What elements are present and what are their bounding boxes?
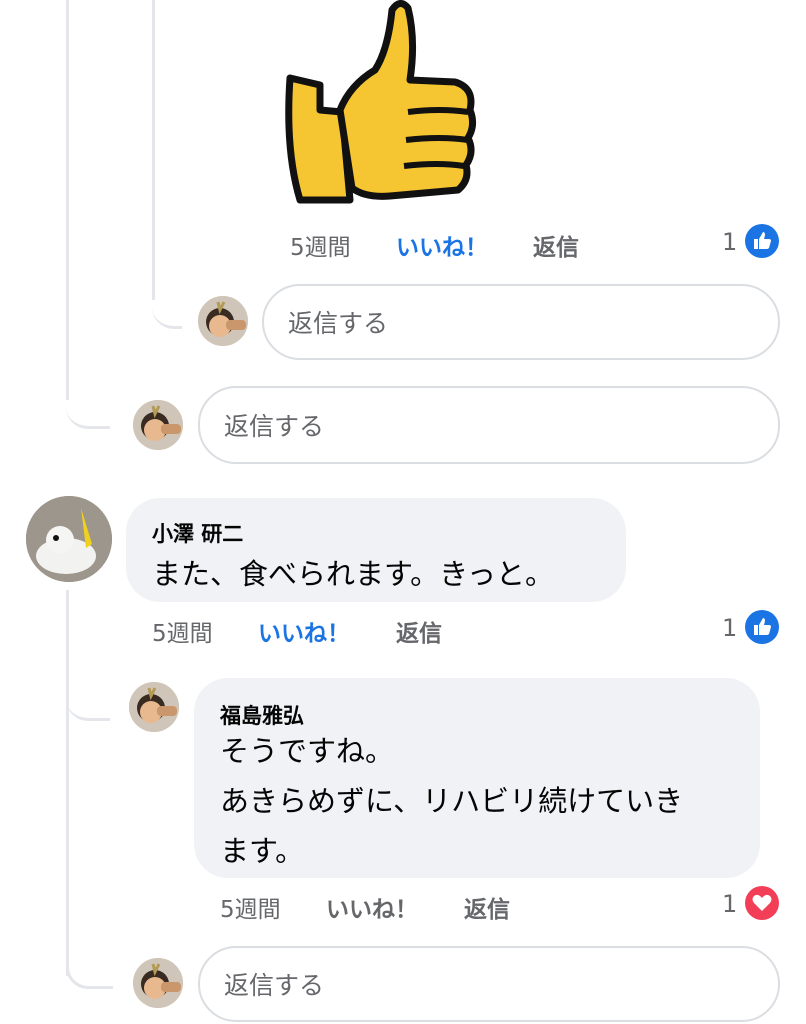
reply-input-placeholder: 返信する	[288, 309, 389, 338]
reply-like-button[interactable]: いいね！	[326, 890, 418, 924]
reply-input-thread2[interactable]: 返信する	[198, 946, 780, 1022]
thread-curve-reply	[66, 940, 113, 989]
avatar-ozawa[interactable]	[26, 496, 112, 582]
comment-like-button[interactable]: いいね！	[258, 614, 350, 648]
comment-time: 5週間	[152, 621, 213, 647]
sticker-time: 5週間	[290, 235, 351, 261]
like-icon[interactable]	[745, 610, 779, 644]
comment-reaction-count[interactable]: 1	[722, 614, 737, 642]
reply-text-line3: ます。	[220, 834, 305, 868]
reply-reply-button[interactable]: 返信	[464, 890, 510, 924]
thread-curve-outer	[66, 380, 110, 429]
comment-text: また、食べられます。きっと。	[152, 557, 554, 591]
reply-input-thread1[interactable]: 返信する	[198, 386, 780, 464]
avatar-fukushima[interactable]	[129, 682, 179, 732]
thread-line-ozawa	[66, 590, 69, 976]
thread-line-inner	[152, 0, 155, 300]
reply-input-placeholder: 返信する	[224, 412, 325, 441]
sticker-reaction-count[interactable]: 1	[722, 228, 737, 256]
reply-reaction-count[interactable]: 1	[722, 890, 737, 918]
reply-time: 5週間	[220, 897, 281, 923]
avatar[interactable]	[198, 296, 248, 346]
reply-input-placeholder: 返信する	[224, 971, 325, 1000]
comment-author[interactable]: 小澤 研二	[152, 518, 243, 548]
reply-input-nested[interactable]: 返信する	[262, 284, 780, 360]
sticker-reply-button[interactable]: 返信	[533, 228, 579, 262]
thread-line-outer	[66, 0, 69, 400]
thread-curve-fukushima	[66, 680, 110, 721]
thread-curve-inner	[152, 280, 182, 329]
reply-text-line1: そうですね。	[220, 734, 395, 768]
love-icon[interactable]	[745, 886, 779, 920]
thumbs-up-sticker[interactable]	[280, 0, 480, 205]
avatar[interactable]	[133, 400, 183, 450]
reply-text-line2: あきらめずに、リハビリ続けていき	[220, 784, 684, 818]
avatar[interactable]	[133, 958, 183, 1008]
comment-reply-button[interactable]: 返信	[396, 614, 442, 648]
like-icon[interactable]	[745, 224, 779, 258]
sticker-like-button[interactable]: いいね！	[396, 228, 488, 262]
